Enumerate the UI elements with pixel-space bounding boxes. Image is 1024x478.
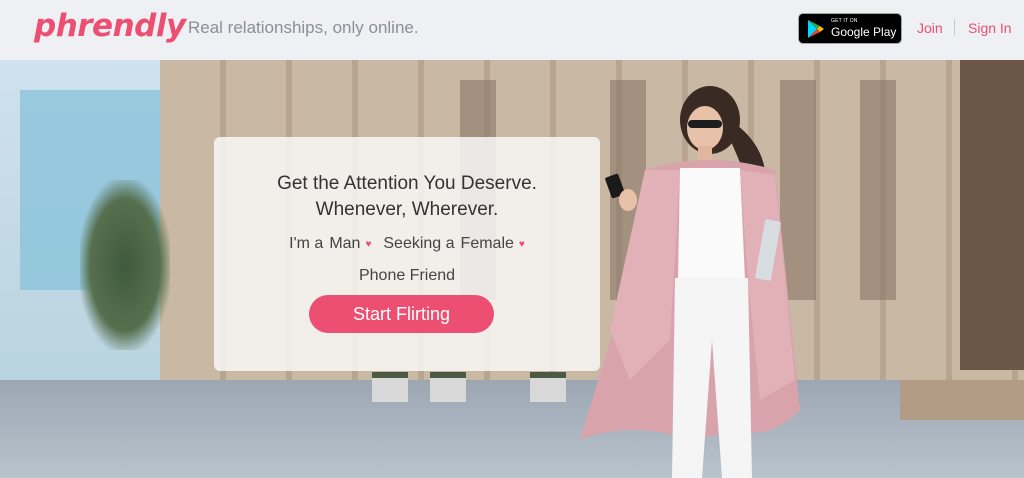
headline-line-1: Get the Attention You Deserve. xyxy=(277,173,537,194)
google-play-badge[interactable]: GET IT ON Google Play xyxy=(798,13,902,44)
headline: Get the Attention You Deserve. Whenever,… xyxy=(214,171,600,223)
tree xyxy=(80,180,170,350)
seeking-select[interactable]: Seeking a Female ♥ xyxy=(383,235,524,253)
preference-row: I'm a Man ♥ Seeking a Female ♥ xyxy=(214,235,600,253)
sidewalk xyxy=(0,380,1024,478)
heart-dropdown-icon: ♥ xyxy=(518,238,525,250)
google-play-icon xyxy=(808,19,824,38)
google-play-big-text: Google Play xyxy=(831,25,897,39)
seeking-value: Female xyxy=(460,235,514,252)
planter xyxy=(372,372,408,402)
relationship-select[interactable]: Phone Friend xyxy=(214,267,600,285)
tagline: Real relationships, only online. xyxy=(188,18,419,37)
heart-dropdown-icon: ♥ xyxy=(365,238,372,250)
gender-prefix: I'm a xyxy=(289,235,324,252)
headline-line-2: Whenever, Wherever. xyxy=(315,199,499,220)
start-flirting-button[interactable]: Start Flirting xyxy=(309,295,494,333)
gender-select[interactable]: I'm a Man ♥ xyxy=(289,235,371,253)
seeking-prefix: Seeking a xyxy=(383,235,455,252)
nav-divider xyxy=(954,19,955,35)
gender-value: Man xyxy=(329,235,361,252)
stone-bench xyxy=(900,380,1024,420)
google-play-small-text: GET IT ON xyxy=(831,18,858,24)
sign-in-link[interactable]: Sign In xyxy=(968,20,1012,36)
dark-doorway xyxy=(960,60,1024,370)
phrendly-logo[interactable]: phrendly xyxy=(34,8,186,44)
site-header: phrendly Real relationships, only online… xyxy=(0,0,1024,60)
planter xyxy=(530,372,566,402)
woman-with-phone-photo xyxy=(580,86,800,478)
signup-card: Get the Attention You Deserve. Whenever,… xyxy=(214,137,600,371)
building-window xyxy=(860,80,896,300)
join-link[interactable]: Join xyxy=(917,20,943,36)
planter xyxy=(430,372,466,402)
